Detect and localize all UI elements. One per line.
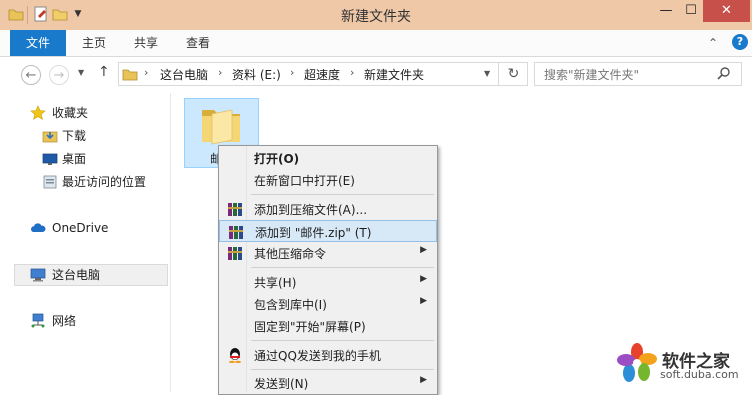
breadcrumb-separator[interactable]: › [218,66,222,79]
breadcrumb-separator[interactable]: › [290,66,294,79]
submenu-arrow-icon: ▶ [420,274,427,284]
nav-recent-places[interactable]: 最近访问的位置 [62,171,146,193]
menu-item-label: 发送到(N) [254,377,309,391]
nav-downloads[interactable]: 下载 [62,125,86,147]
menu-item-open[interactable]: 打开(O) [219,147,437,169]
tab-file[interactable]: 文件 [10,30,66,56]
menu-item-label: 打开(O) [254,152,300,166]
breadcrumb-separator[interactable]: › [144,66,148,79]
submenu-arrow-icon: ▶ [420,375,427,385]
winrar-icon [228,224,244,240]
menu-item-label: 在新窗口中打开(E) [254,174,355,188]
tab-share[interactable]: 共享 [124,30,168,56]
watermark-url: soft.duba.com [660,368,739,381]
refresh-button[interactable]: ↻ [498,62,528,86]
menu-separator [251,340,434,341]
folder-icon [198,102,244,148]
nav-network[interactable]: 网络 [52,310,76,332]
menu-item-label: 固定到"开始"屏幕(P) [254,320,366,334]
help-icon[interactable]: ? [732,34,748,50]
nav-onedrive[interactable]: OneDrive [52,217,108,239]
folder-icon [122,66,138,82]
submenu-arrow-icon: ▶ [420,245,427,255]
search-placeholder: 搜索"新建文件夹" [544,68,640,82]
breadcrumb-separator[interactable]: › [350,66,354,79]
recent-locations-icon[interactable]: ▼ [78,68,84,77]
menu-separator [251,369,434,370]
menu-item-label: 共享(H) [254,276,297,290]
ribbon-expand-icon[interactable]: ⌃ [708,36,718,50]
onedrive-icon [30,220,46,236]
nav-desktop[interactable]: 桌面 [62,148,86,170]
desktop-icon [42,151,58,167]
menu-item-label: 添加到压缩文件(A)... [254,203,368,217]
menu-item-share[interactable]: 共享(H) ▶ [219,271,437,293]
winrar-icon [227,245,243,261]
tab-view[interactable]: 查看 [176,30,220,56]
tab-home[interactable]: 主页 [72,30,116,56]
search-icon[interactable] [716,66,732,82]
submenu-arrow-icon: ▶ [420,296,427,306]
back-button[interactable]: ← [21,65,41,85]
menu-item-label: 其他压缩命令 [254,247,327,261]
forward-button[interactable]: → [49,65,69,85]
qq-icon [227,347,243,364]
menu-item-other-compress[interactable]: 其他压缩命令 ▶ [219,242,437,264]
nav-this-pc[interactable]: 这台电脑 [52,264,100,286]
minimize-button[interactable]: — [655,0,677,22]
menu-item-add-to-zip[interactable]: 添加到 "邮件.zip" (T) [219,220,437,242]
watermark-logo-icon [616,342,658,384]
recent-places-icon [42,174,58,190]
menu-item-add-to-archive[interactable]: 添加到压缩文件(A)... [219,198,437,220]
menu-item-label: 添加到 "邮件.zip" (T) [255,226,372,240]
up-button[interactable]: ↑ [98,64,110,80]
menu-separator [251,267,434,268]
menu-item-pin-to-start[interactable]: 固定到"开始"屏幕(P) [219,315,437,337]
menu-item-label: 包含到库中(I) [254,298,327,312]
maximize-button[interactable]: ☐ [680,0,702,22]
downloads-icon [42,128,58,144]
menu-item-label: 通过QQ发送到我的手机 [254,349,381,363]
breadcrumb-chaosudu[interactable]: 超速度 [304,66,340,83]
menu-item-send-via-qq[interactable]: 通过QQ发送到我的手机 [219,344,437,366]
breadcrumb-new-folder[interactable]: 新建文件夹 [364,66,424,83]
computer-icon [30,267,46,283]
winrar-icon [227,201,243,217]
menu-separator [251,194,434,195]
menu-item-send-to[interactable]: 发送到(N) ▶ [219,372,437,392]
breadcrumb-this-pc[interactable]: 这台电脑 [160,66,208,83]
breadcrumb-drive-e[interactable]: 资料 (E:) [232,66,281,83]
address-history-icon[interactable]: ▼ [484,69,490,78]
network-icon [30,313,46,329]
nav-favorites[interactable]: 收藏夹 [52,102,88,124]
menu-item-open-new-window[interactable]: 在新窗口中打开(E) [219,169,437,191]
menu-item-include-in-library[interactable]: 包含到库中(I) ▶ [219,293,437,315]
star-icon [30,105,46,121]
close-button[interactable]: ✕ [703,0,750,22]
window-title: 新建文件夹 [341,9,411,25]
